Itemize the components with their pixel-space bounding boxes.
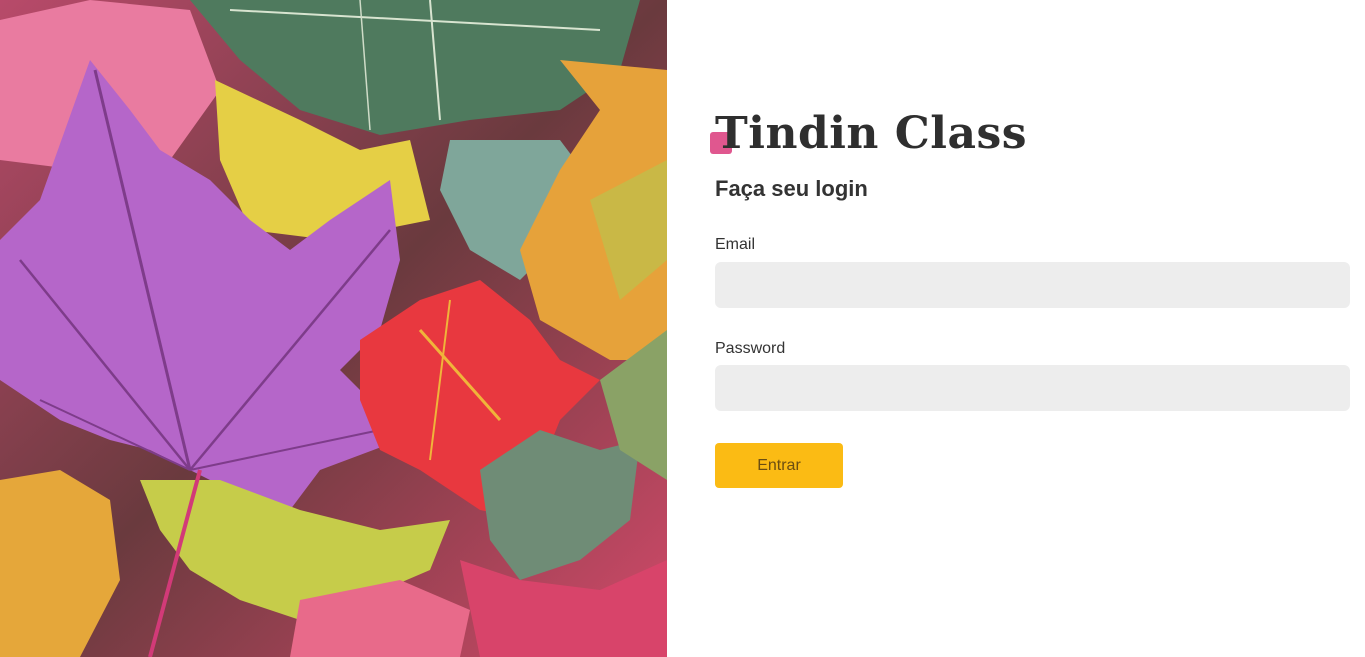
login-button[interactable]: Entrar [715, 443, 843, 488]
login-panel: Tindin Class Faça seu login Email Passwo… [667, 0, 1365, 657]
email-label: Email [715, 236, 756, 253]
brand-name: Tindin Class [715, 108, 1028, 159]
password-label: Password [715, 340, 786, 357]
email-field[interactable] [715, 262, 1350, 308]
login-page: Tindin Class Faça seu login Email Passwo… [0, 0, 1365, 657]
login-title: Faça seu login [715, 176, 868, 201]
password-field[interactable] [715, 365, 1350, 411]
autumn-leaves-image [0, 0, 667, 657]
brand-logo: Tindin Class [710, 104, 1028, 164]
